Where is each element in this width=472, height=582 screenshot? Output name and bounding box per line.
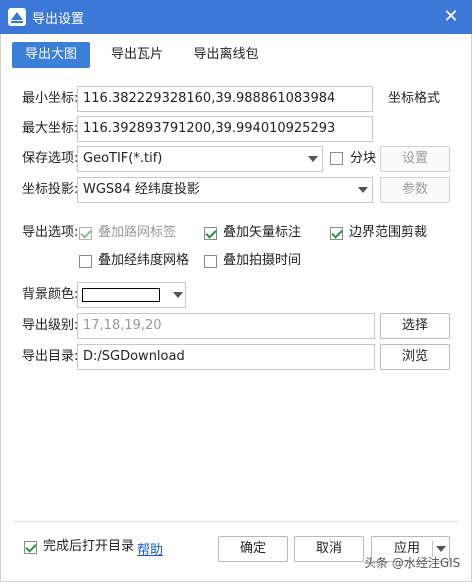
export-level-label: 导出级别: <box>22 318 79 333</box>
vector-label-checkbox[interactable] <box>204 227 217 240</box>
close-icon[interactable]: ✕ <box>440 6 462 28</box>
export-dir-label: 导出目录: <box>22 349 79 364</box>
latlon-grid-text: 叠加经纬度网格 <box>98 253 190 268</box>
save-option-label: 保存选项: <box>22 151 79 166</box>
capture-time-text: 叠加拍摄时间 <box>223 253 302 268</box>
window-title: 导出设置 <box>32 12 85 27</box>
min-coord-input[interactable]: 116.382229328160,39.988861083984 <box>77 86 373 112</box>
chevron-down-icon[interactable] <box>173 292 183 298</box>
save-format-select[interactable]: GeoTIF(*.tif) <box>77 146 323 172</box>
projection-label: 坐标投影: <box>22 182 79 197</box>
road-label-checkbox[interactable] <box>79 227 92 240</box>
projection-select[interactable]: WGS84 经纬度投影 <box>77 177 373 203</box>
watermark-text: 头条 @水经注GIS <box>364 556 461 570</box>
open-dir-label: 完成后打开目录 <box>43 539 135 554</box>
help-link[interactable]: 帮助 <box>137 539 163 558</box>
background-color-label: 背景颜色: <box>22 287 79 302</box>
coord-format-label[interactable]: 坐标格式 <box>388 87 440 111</box>
max-coord-input[interactable]: 116.392893791200,39.994010925293 <box>77 116 373 142</box>
block-label: 分块 <box>350 151 377 166</box>
max-coord-label: 最大坐标: <box>22 121 79 136</box>
ok-button[interactable]: 确定 <box>218 536 288 562</box>
tab-export-offline[interactable]: 导出离线包 <box>183 42 269 68</box>
block-checkbox[interactable] <box>330 152 343 165</box>
boundary-clip-checkbox[interactable] <box>330 227 343 240</box>
tab-export-image[interactable]: 导出大图 <box>12 42 90 68</box>
boundary-clip-text: 边界范围剪裁 <box>349 225 428 240</box>
chevron-down-icon[interactable] <box>436 546 446 552</box>
road-label-text: 叠加路网标签 <box>98 225 177 240</box>
open-dir-checkbox[interactable] <box>24 541 37 554</box>
title-bar[interactable]: 导出设置 ✕ <box>0 0 472 34</box>
app-logo-icon <box>8 8 26 26</box>
tab-export-tiles[interactable]: 导出瓦片 <box>100 42 174 68</box>
min-coord-label: 最小坐标: <box>22 91 79 106</box>
footer-divider <box>14 521 458 522</box>
select-level-button[interactable]: 选择 <box>380 313 450 339</box>
capture-time-checkbox[interactable] <box>204 255 217 268</box>
latlon-grid-checkbox[interactable] <box>79 255 92 268</box>
vector-label-text: 叠加矢量标注 <box>223 225 302 240</box>
cancel-button[interactable]: 取消 <box>294 536 364 562</box>
settings-button[interactable]: 设置 <box>380 146 450 172</box>
export-dir-input[interactable]: D:/SGDownload <box>77 344 375 370</box>
params-button[interactable]: 参数 <box>380 177 450 203</box>
background-color-picker[interactable] <box>77 282 186 308</box>
export-options-label: 导出选项: <box>22 225 79 240</box>
export-level-input[interactable]: 17,18,19,20 <box>77 313 375 339</box>
browse-button[interactable]: 浏览 <box>380 344 450 370</box>
chevron-down-icon[interactable] <box>308 156 318 162</box>
chevron-down-icon[interactable] <box>358 187 368 193</box>
color-swatch <box>82 288 160 302</box>
